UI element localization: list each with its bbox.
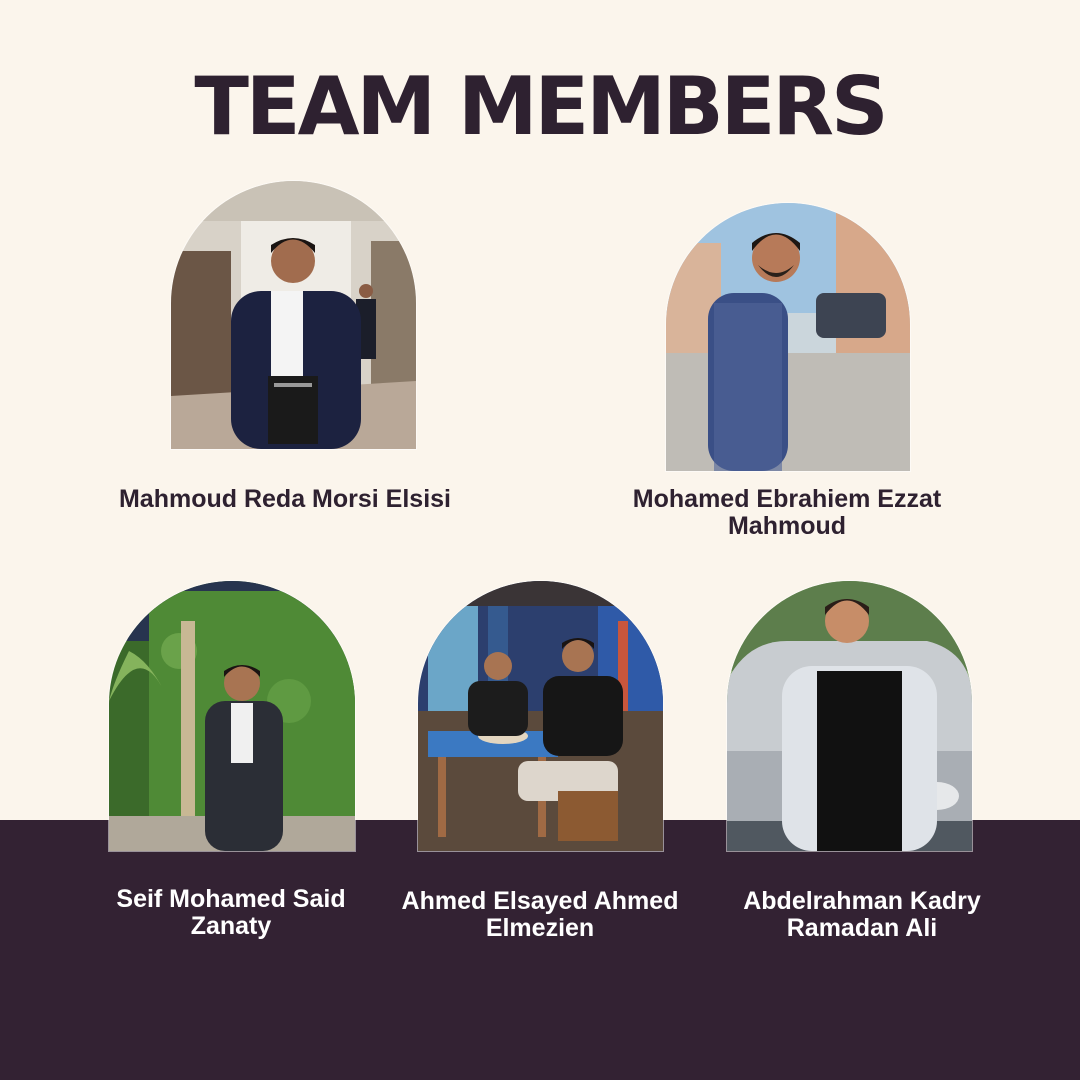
- member-photo-2: [665, 202, 911, 472]
- member-photo-1: [170, 180, 417, 450]
- member-name-2: Mohamed Ebrahiem Ezzat Mahmoud: [632, 485, 942, 540]
- member-photo-4: [417, 580, 664, 852]
- member-photo-5: [726, 580, 973, 852]
- member-name-3: Seif Mohamed Said Zanaty: [116, 885, 346, 940]
- member-name-5: Abdelrahman Kadry Ramadan Ali: [743, 887, 981, 942]
- member-photo-3: [108, 580, 356, 852]
- member-name-1: Mahmoud Reda Morsi Elsisi: [118, 485, 451, 513]
- bottom-band: [0, 820, 1080, 1080]
- page-title: TEAM MEMBERS: [194, 60, 888, 153]
- member-name-4: Ahmed Elsayed Ahmed Elmezien: [401, 887, 679, 942]
